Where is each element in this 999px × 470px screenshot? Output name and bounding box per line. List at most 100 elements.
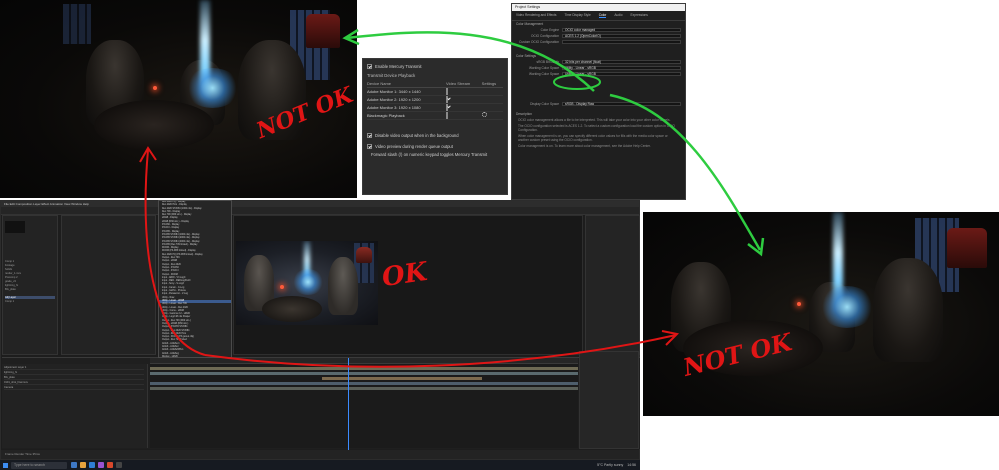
color-engine-select[interactable]: OCIO color managed [562,28,681,32]
col-device-name: Device Name [367,80,447,88]
task-view-icon[interactable] [71,462,77,468]
weather-status[interactable]: 5°C Partly sunny [597,463,623,467]
layer-bars [150,364,578,448]
video-stream-checkbox[interactable] [446,95,449,103]
description-text: The OCIO configuration selected is ACES … [518,124,675,132]
screenshot-canvas: Enable Mercury Transmit Transmit Device … [0,0,999,470]
project-item[interactable]: Solids [5,268,55,271]
app-icon[interactable] [116,462,122,468]
device-row: Blackmagic Playback [367,111,503,120]
effects-presets-panel [579,351,639,449]
project-item[interactable]: Precomp 2 [5,276,55,279]
enable-mercury-checkbox[interactable] [367,63,372,69]
mercury-transmit-panel: Enable Mercury Transmit Transmit Device … [362,58,508,195]
photo-right [643,212,999,416]
project-panel: Comp 1 Footage Solids render_1.mov Preco… [2,215,58,355]
device-row: Adobe Monitor 3: 1920 x 1080 [367,103,503,112]
display-space-label: Display Color Space [530,102,559,106]
layer-bar[interactable] [150,367,578,370]
disable-bg-label: Disable video output when in the backgro… [375,133,459,138]
device-name: Adobe Monitor 2: 1920 x 1200 [367,95,447,104]
ocio-config-select[interactable]: ACES 1.2 (OpenColorIO) [562,34,681,38]
device-name: Adobe Monitor 3: 1920 x 1080 [367,103,447,112]
keypad-note: Forward slash (/) on numeric keypad togg… [371,152,488,157]
project-item[interactable]: render_1.mov [5,272,55,275]
field-label: Custom OCIO Configuration [519,40,559,44]
edge-icon[interactable] [89,462,95,468]
tab-video-rendering[interactable]: Video Rendering and Effects [516,13,556,18]
layer-bar[interactable] [150,387,578,390]
working-space-select[interactable]: Utility - Linear - sRGB [562,66,681,70]
field-label: Color Engine [540,28,559,32]
project-item[interactable]: grade_v3 [5,280,55,283]
custom-ocio-field[interactable] [562,40,681,44]
after-effects-window: File Edit Composition Layer Effect Anima… [0,200,640,460]
disable-bg-checkbox[interactable] [367,133,372,138]
layer-bar[interactable] [150,382,578,385]
settings-tabs: Video Rendering and Effects Time Display… [512,11,685,21]
description-text: Color management is on. To learn more ab… [518,144,651,148]
device-row: Adobe Monitor 2: 1920 x 1200 [367,95,503,104]
render-queue-label: Video preview during render queue output [375,144,453,149]
render-queue-checkbox[interactable] [367,144,372,149]
field-label: sRGB Bit Depth [536,60,560,64]
after-effects-icon[interactable] [98,462,104,468]
col-settings: Settings [481,80,503,88]
layer-row[interactable]: lightning_fx [4,371,144,375]
layer-bar[interactable] [322,377,482,380]
project-item[interactable]: Footage [5,264,55,267]
device-name: Blackmagic Playback [367,111,447,120]
windows-start-icon[interactable] [3,462,8,468]
field-label: Working Color Space [528,66,559,70]
video-stream-checkbox[interactable] [446,111,449,119]
project-item[interactable]: lightning_fx [5,284,55,287]
dropdown-option[interactable]: Display - sRGB [159,356,231,357]
video-stream-checkbox[interactable] [446,103,449,111]
layer-row[interactable]: Adjustment Layer 1 [4,366,144,370]
status-bar: Frame Render Time 35ms [1,450,639,459]
project-item[interactable]: BG_plate [5,288,55,291]
dialog-title: Project Settings [512,4,685,11]
tab-time-display[interactable]: Time Display Style [564,13,590,18]
device-name: Adobe Monitor 1: 3440 x 1440 [367,87,447,96]
project-thumbnail [5,221,25,233]
taskbar-search-input[interactable]: Type here to search [11,461,67,469]
bit-depth-select[interactable]: 32 bits per channel (float) [562,60,681,64]
info-panel [585,215,640,355]
project-settings-dialog: Project Settings Video Rendering and Eff… [511,3,686,200]
windows-taskbar: Type here to search 5°C Partly sunny 14:… [0,460,640,470]
timeline-panel[interactable]: Adjustment Layer 1 lightning_fx BG_plate… [2,357,640,450]
display-space-select[interactable]: sRGB - Display Raw [562,102,681,106]
device-table: Device Name Video Stream Settings Adobe … [367,80,503,120]
composition-panel [61,215,156,355]
enable-mercury-label: Enable Mercury Transmit [375,63,422,69]
layer-row[interactable]: 0101_shot_final.mov [4,381,144,385]
layer-list: Adjustment Layer 1 lightning_fx BG_plate… [2,364,148,448]
layer-bar[interactable] [150,372,578,375]
project-item-selected[interactable]: Adj Layer [5,296,55,299]
tab-color[interactable]: Color [598,13,607,18]
tool-bar[interactable] [1,207,639,215]
device-section-title: Transmit Device Playback [367,73,416,78]
layer-row[interactable]: Camera [4,386,144,390]
layer-row[interactable]: BG_plate [4,376,144,380]
preview-photo [236,241,378,325]
description-text: When color management is on, you can spe… [518,134,668,142]
field-label: OCIO Configuration [531,34,559,38]
tab-expressions[interactable]: Expressions [631,13,648,18]
project-item[interactable]: Comp 1 [5,300,55,303]
project-item[interactable]: Comp 1 [5,260,55,263]
field-label: Working Color Space [528,72,559,76]
app-icon[interactable] [107,462,113,468]
tab-audio[interactable]: Audio [614,13,622,18]
working-space-select-2[interactable]: Utility - Linear - sRGB [562,72,681,76]
gear-icon[interactable] [481,112,487,117]
col-video-stream: Video Stream [446,80,482,88]
view-transform-dropdown[interactable]: Rec.2020 PQ - Display Rec.2020 HLG - Disp… [158,200,232,358]
ok-label: OK [380,256,430,294]
device-row: Adobe Monitor 1: 3440 x 1440 [367,87,503,96]
file-explorer-icon[interactable] [80,462,86,468]
video-stream-checkbox[interactable] [446,87,449,95]
playhead[interactable] [348,358,349,450]
clock[interactable]: 14:56 [627,463,636,467]
